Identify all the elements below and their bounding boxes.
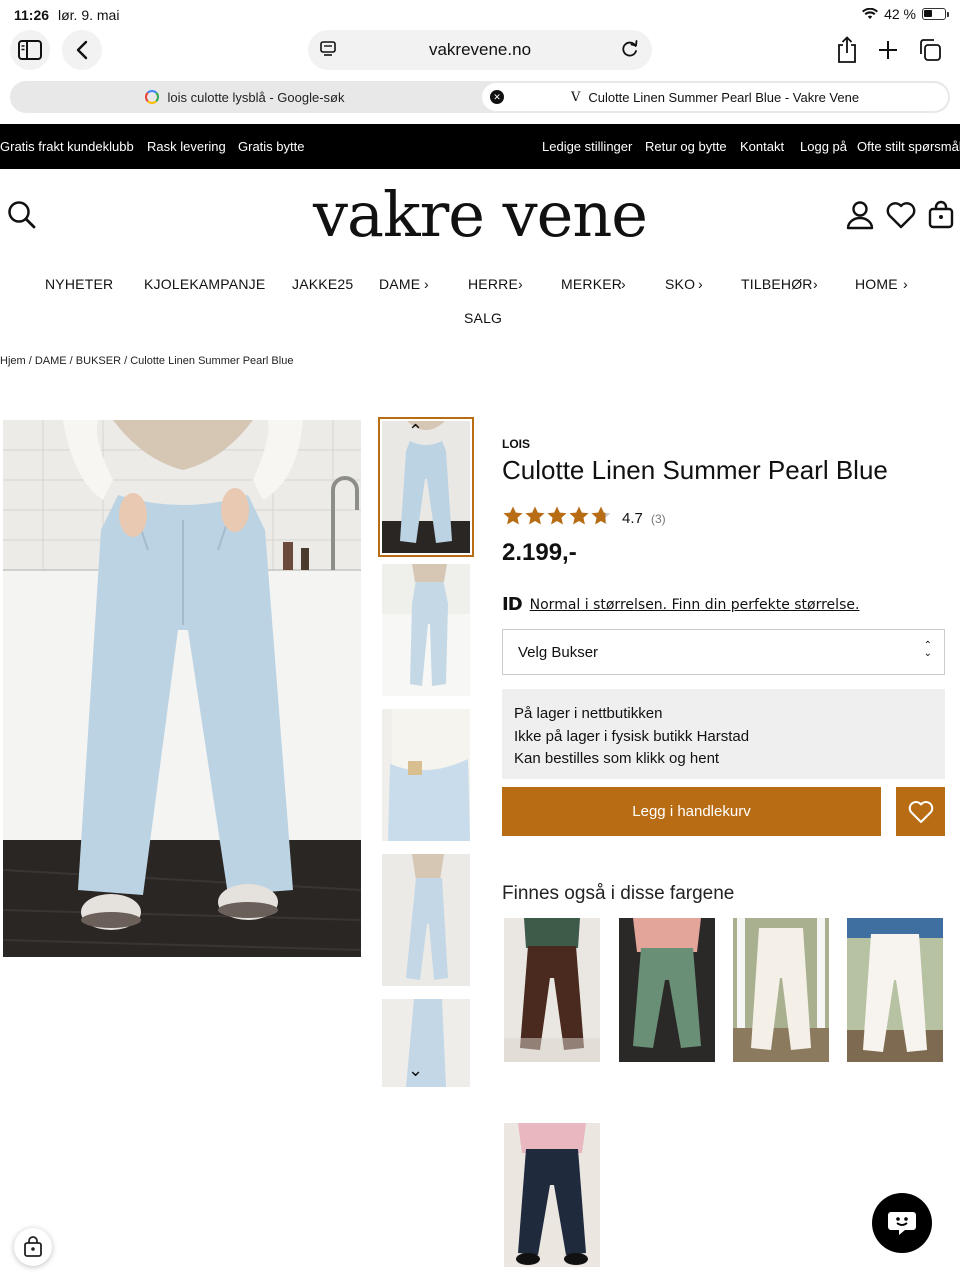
size-hint[interactable]: ID Normal i størrelsen. Finn din perfekt… xyxy=(502,594,859,615)
link-jobs[interactable]: Ledige stillinger xyxy=(542,139,632,154)
account-icon[interactable] xyxy=(846,200,874,230)
chat-button[interactable] xyxy=(872,1193,932,1253)
tabs-overview-icon[interactable] xyxy=(918,38,942,62)
star-icon xyxy=(547,506,567,525)
chevron-left-icon xyxy=(76,40,88,60)
color-variant-offwhite[interactable] xyxy=(847,918,943,1062)
sidebar-icon xyxy=(18,40,42,60)
other-colors-heading: Finnes også i disse fargene xyxy=(502,883,735,904)
star-icon xyxy=(569,506,589,525)
nav-sko[interactable]: SKO xyxy=(665,276,695,292)
nav-dame[interactable]: DAME xyxy=(379,276,420,292)
breadcrumb[interactable]: Hjem / DAME / BUKSER / Culotte Linen Sum… xyxy=(0,355,293,367)
product-main-image[interactable] xyxy=(3,420,361,957)
rating-stars[interactable] xyxy=(502,505,612,527)
size-id-logo-icon: ID xyxy=(502,594,523,615)
thumbnail-4[interactable] xyxy=(382,854,470,986)
chevron-right-icon[interactable]: › xyxy=(518,276,523,292)
add-to-wishlist-button[interactable] xyxy=(896,787,945,836)
status-right: 42 % xyxy=(862,6,949,22)
nav-salg[interactable]: SALG xyxy=(464,310,502,326)
shopping-bag-icon[interactable] xyxy=(928,199,954,229)
chat-icon xyxy=(888,1212,916,1235)
back-button[interactable] xyxy=(62,30,102,70)
site-logo[interactable]: vakre vene xyxy=(0,178,960,251)
select-arrows-icon: ⌃ ⌄ xyxy=(923,640,932,659)
chevron-right-icon[interactable]: › xyxy=(698,276,703,292)
reload-icon[interactable] xyxy=(620,39,640,59)
star-icon xyxy=(525,506,545,525)
size-hint-link[interactable]: Normal i størrelsen. Finn din perfekte s… xyxy=(530,597,860,613)
nav-nyheter[interactable]: NYHETER xyxy=(45,276,113,292)
link-contact[interactable]: Kontakt xyxy=(740,139,784,154)
status-time: 11:26 xyxy=(14,7,50,23)
tab-label: lois culotte lysblå - Google-søk xyxy=(167,89,345,105)
thumbnail-2[interactable] xyxy=(382,564,470,696)
tab-active[interactable]: ✕ V Culotte Linen Summer Pearl Blue - Va… xyxy=(482,83,948,111)
heart-icon xyxy=(908,800,933,823)
add-to-cart-button[interactable]: Legg i handlekurv xyxy=(502,787,881,836)
chevron-right-icon[interactable]: › xyxy=(813,276,818,292)
promo-free-exchange[interactable]: Gratis bytte xyxy=(238,139,304,154)
nav-kjolekampanje[interactable]: KJOLEKAMPANJE xyxy=(144,276,265,292)
link-returns[interactable]: Retur og bytte xyxy=(645,139,727,154)
status-bar: 11:26 lør. 9. mai 42 % xyxy=(0,0,960,30)
stock-info: På lager i nettbutikken Ikke på lager i … xyxy=(502,689,945,779)
link-faq[interactable]: Ofte stilt spørsmål xyxy=(857,139,960,154)
status-date: lør. 9. mai xyxy=(58,7,120,23)
chevron-down-icon[interactable]: ⌄ xyxy=(408,1060,423,1081)
nav-jakke25[interactable]: JAKKE25 xyxy=(292,276,353,292)
share-icon[interactable] xyxy=(836,36,858,64)
chevron-right-icon[interactable]: › xyxy=(621,276,626,292)
chevron-up-icon[interactable]: ⌃ xyxy=(408,421,423,442)
stock-click-collect: Kan bestilles som klikk og hent xyxy=(514,750,720,767)
promo-bar: Gratis frakt kundeklubb Rask levering Gr… xyxy=(0,124,960,169)
color-variant-brown[interactable] xyxy=(504,918,600,1062)
stock-online: På lager i nettbutikken xyxy=(514,705,663,722)
thumbnail-3[interactable] xyxy=(382,709,470,841)
battery-percent: 42 % xyxy=(884,6,916,22)
bag-lock-icon xyxy=(24,1236,42,1257)
browser-toolbar: vakrevene.no xyxy=(0,30,960,78)
color-variant-white[interactable] xyxy=(733,918,829,1062)
url-bar[interactable]: vakrevene.no xyxy=(308,30,652,70)
page-menu-icon xyxy=(320,41,336,56)
size-select[interactable]: Velg Bukser ⌃ ⌄ xyxy=(502,629,945,675)
tab-bar: lois culotte lysblå - Google-søk ✕ V Cul… xyxy=(10,81,950,113)
nav-home[interactable]: HOME xyxy=(855,276,898,292)
close-tab-icon[interactable]: ✕ xyxy=(490,90,504,104)
floating-cart-button[interactable] xyxy=(14,1228,52,1266)
stock-store: Ikke på lager i fysisk butikk Harstad xyxy=(514,727,750,745)
promo-free-shipping[interactable]: Gratis frakt kundeklubb xyxy=(0,139,134,154)
wishlist-icon[interactable] xyxy=(886,201,916,229)
wifi-icon xyxy=(862,8,879,19)
color-variant-navy[interactable] xyxy=(504,1123,600,1267)
product-brand[interactable]: LOIS xyxy=(502,437,530,451)
tab-google[interactable]: lois culotte lysblå - Google-søk xyxy=(10,81,480,113)
google-icon xyxy=(145,90,160,104)
promo-fast-delivery[interactable]: Rask levering xyxy=(147,139,226,154)
tab-label: Culotte Linen Summer Pearl Blue - Vakre … xyxy=(588,89,860,105)
size-select-value: Velg Bukser xyxy=(518,644,599,661)
rating-value: 4.7 xyxy=(622,510,643,527)
color-variant-green[interactable] xyxy=(619,918,715,1062)
nav-tilbehor[interactable]: TILBEHØR xyxy=(741,276,813,292)
star-icon xyxy=(503,506,523,525)
site-favicon-icon: V xyxy=(570,89,581,105)
new-tab-icon[interactable] xyxy=(878,40,898,60)
star-icon xyxy=(591,506,611,525)
rating-count[interactable]: (3) xyxy=(651,512,666,526)
chevron-right-icon[interactable]: › xyxy=(903,276,908,292)
product-price: 2.199,- xyxy=(502,539,577,566)
thumbnail-5[interactable] xyxy=(382,999,470,1087)
url-text: vakrevene.no xyxy=(428,40,532,59)
product-title: Culotte Linen Summer Pearl Blue xyxy=(502,455,888,485)
battery-icon xyxy=(922,8,949,20)
chevron-right-icon[interactable]: › xyxy=(424,276,429,292)
thumbnail-1[interactable] xyxy=(378,417,474,557)
sidebar-button[interactable] xyxy=(10,30,50,70)
nav-merker[interactable]: MERKER xyxy=(561,276,622,292)
nav-herre[interactable]: HERRE xyxy=(468,276,518,292)
link-login[interactable]: Logg på xyxy=(800,139,847,154)
